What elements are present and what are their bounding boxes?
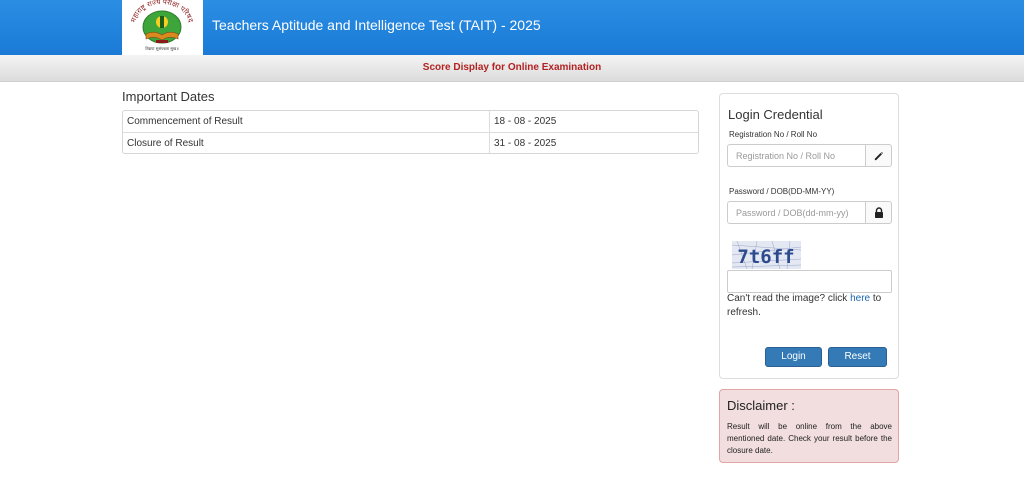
captcha-text: 7t6ff <box>737 246 794 268</box>
subheader-bar: Score Display for Online Examination <box>0 55 1024 82</box>
pencil-icon <box>865 144 892 167</box>
date-label: Commencement of Result <box>123 111 490 132</box>
logo: महाराष्ट्र राज्य परीक्षा परिषद विद्यया स… <box>122 0 203 55</box>
captcha-refresh-link[interactable]: here <box>850 293 870 304</box>
captcha-input[interactable] <box>727 270 892 293</box>
disclaimer-title: Disclaimer : <box>727 398 795 413</box>
refresh-prefix: Can't read the image? click <box>727 293 851 304</box>
table-row: Commencement of Result 18 - 08 - 2025 <box>123 111 698 132</box>
table-row: Closure of Result 31 - 08 - 2025 <box>123 132 698 153</box>
important-dates-heading: Important Dates <box>122 89 215 104</box>
exam-council-logo-icon: महाराष्ट्र राज्य परीक्षा परिषद विद्यया स… <box>129 0 194 52</box>
password-input-group <box>727 201 892 224</box>
date-label: Closure of Result <box>123 132 490 153</box>
registration-input[interactable] <box>727 144 865 167</box>
captcha-refresh-text: Can't read the image? click here to refr… <box>727 292 892 320</box>
captcha-image: 7t6ff <box>732 241 801 269</box>
registration-label: Registration No / Roll No <box>729 130 818 139</box>
login-title: Login Credential <box>728 107 823 122</box>
password-label: Password / DOB(DD-MM-YY) <box>729 187 835 196</box>
disclaimer-text: Result will be online from the above men… <box>727 422 892 455</box>
password-input[interactable] <box>727 201 865 224</box>
top-header: महाराष्ट्र राज्य परीक्षा परिषद विद्यया स… <box>0 0 1024 55</box>
app-title: Teachers Aptitude and Intelligence Test … <box>212 17 541 33</box>
reset-button[interactable]: Reset <box>828 347 887 367</box>
lock-icon <box>865 201 892 224</box>
registration-input-group <box>727 144 892 167</box>
important-dates-table: Commencement of Result 18 - 08 - 2025 Cl… <box>122 110 699 154</box>
login-button[interactable]: Login <box>765 347 822 367</box>
login-panel: Login Credential Registration No / Roll … <box>719 93 899 379</box>
page-subtitle: Score Display for Online Examination <box>422 62 602 73</box>
date-value: 18 - 08 - 2025 <box>494 116 557 127</box>
date-value: 31 - 08 - 2025 <box>490 132 698 153</box>
disclaimer-panel: Disclaimer : Result will be online from … <box>719 389 899 463</box>
logo-motto: विद्यया सुसंपन्नता सुख॥ <box>145 46 178 52</box>
